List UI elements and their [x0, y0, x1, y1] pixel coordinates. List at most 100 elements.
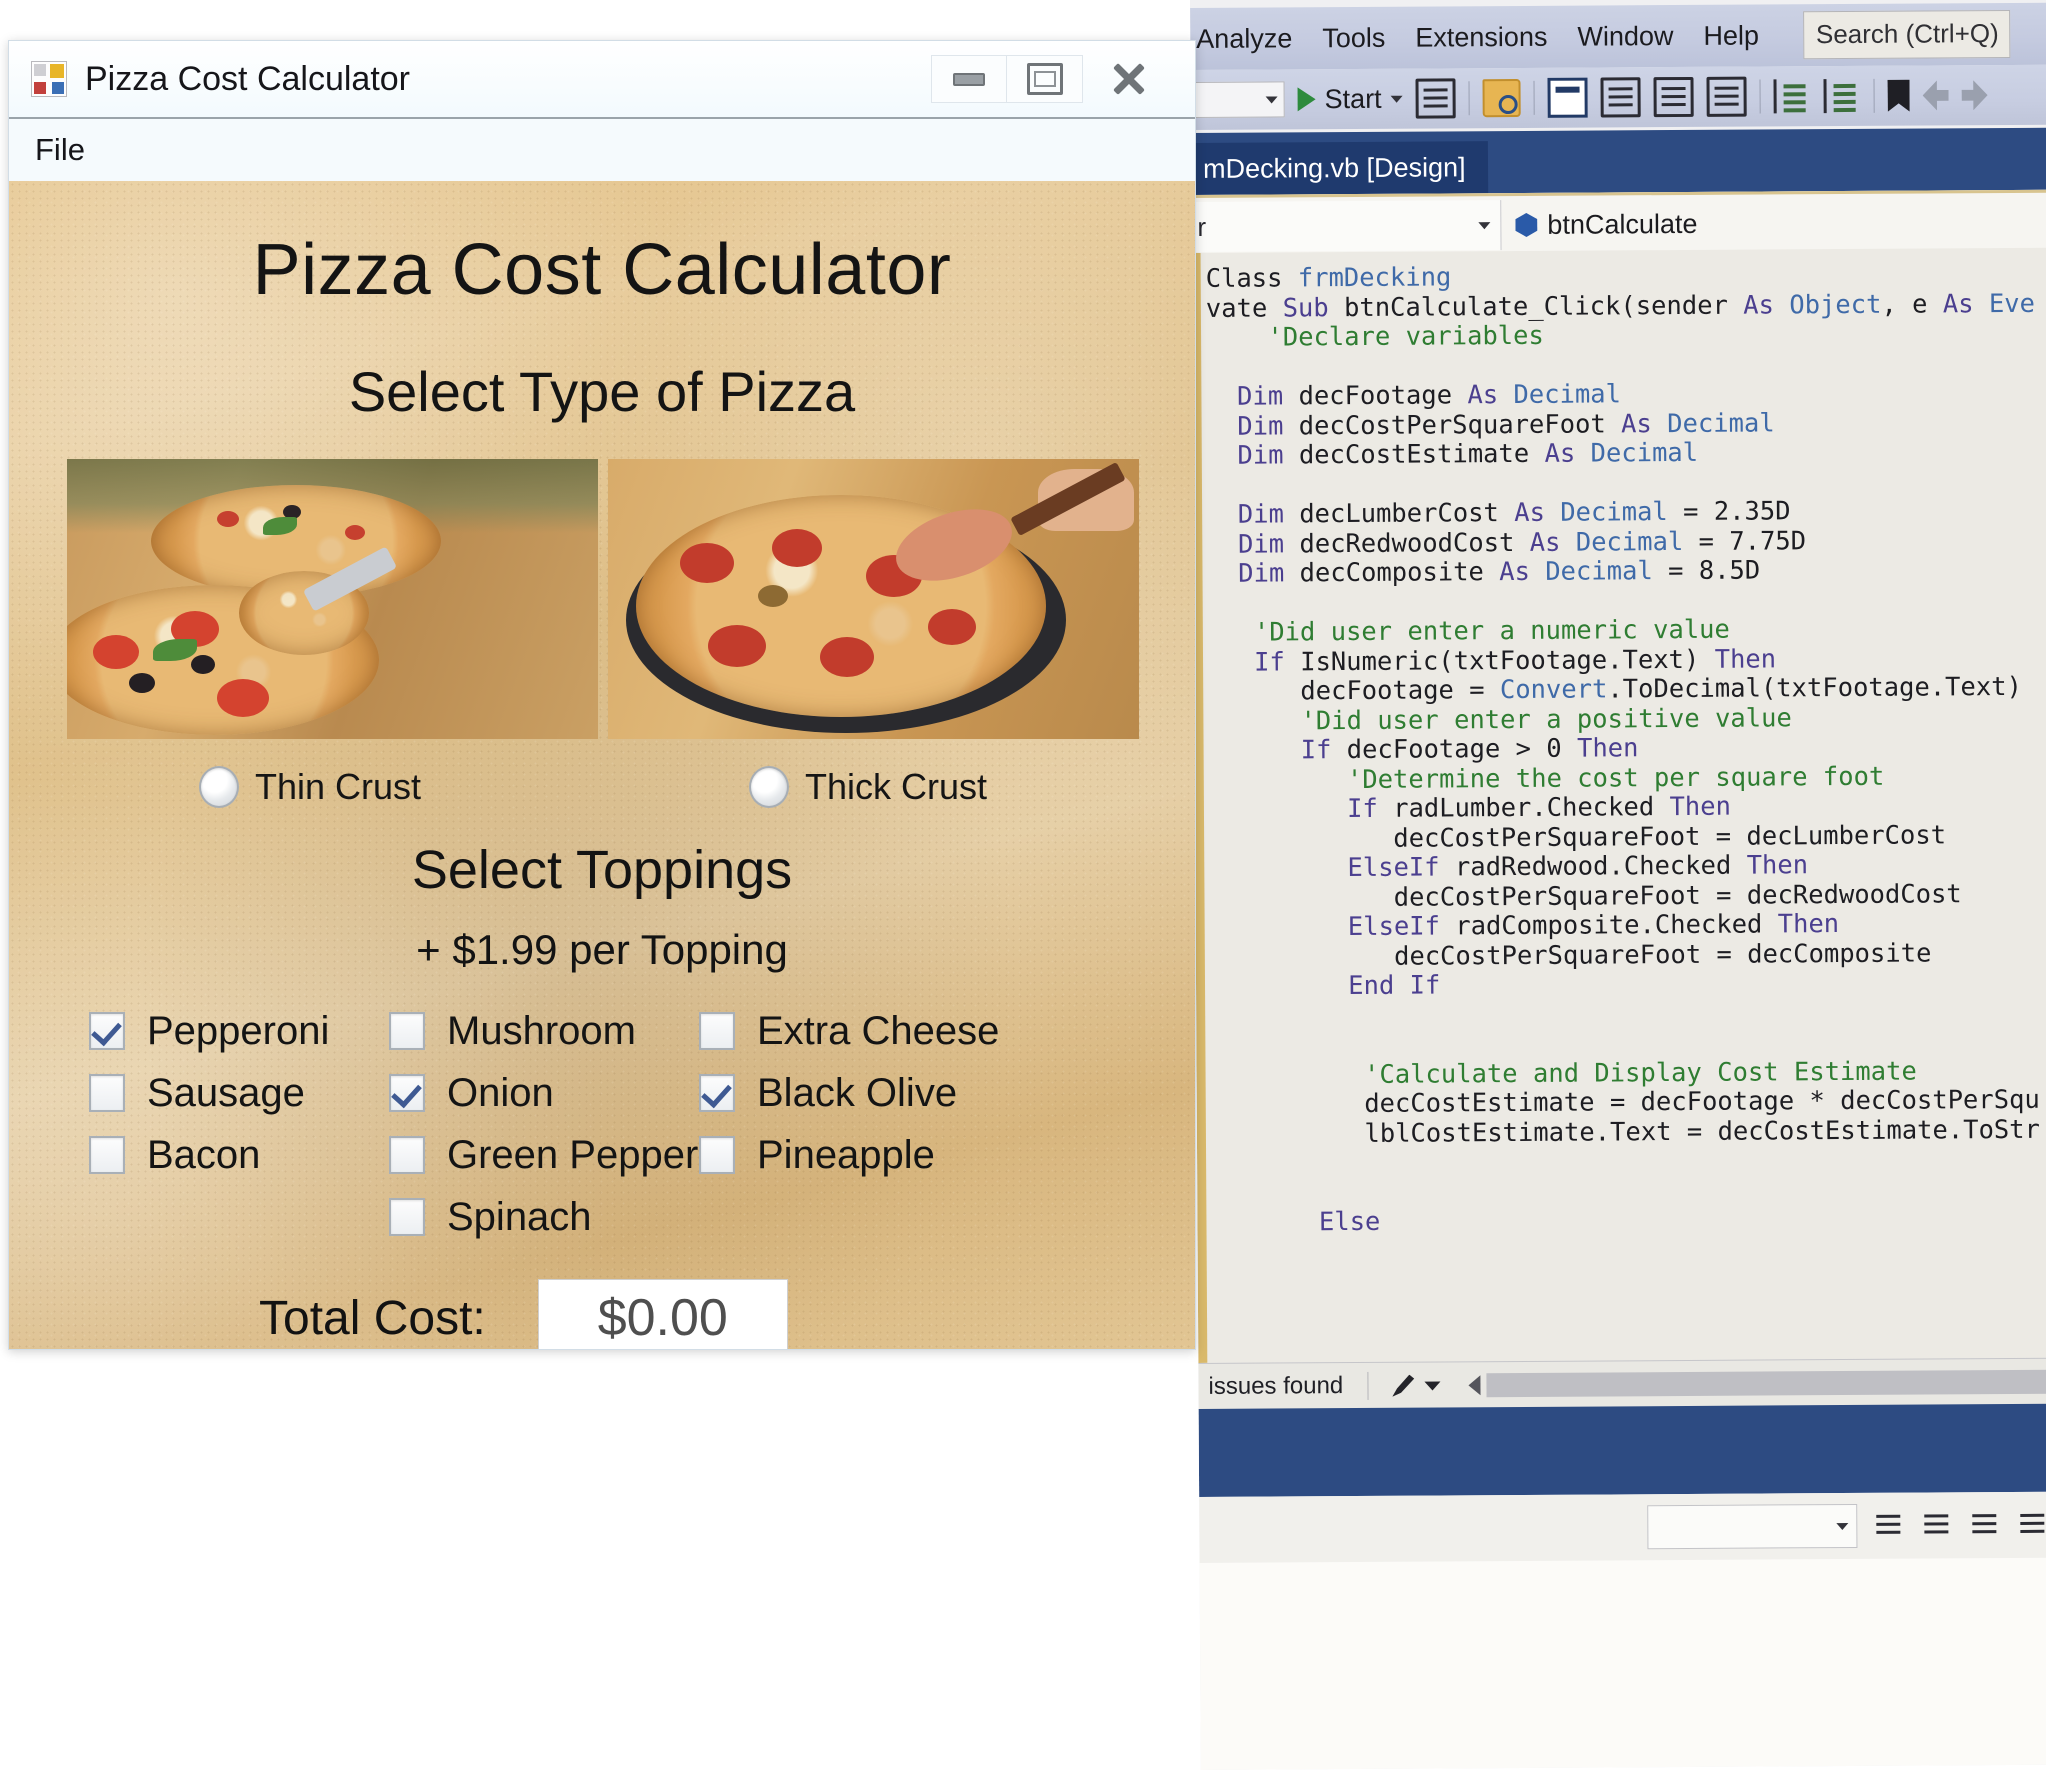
toppings-column-2: Mushroom Onion Green Pepper Spinach	[389, 1001, 698, 1249]
topping-label: Pineapple	[757, 1132, 935, 1177]
close-icon	[1112, 62, 1146, 96]
code-line: vate Sub btnCalculate_Click(sender As Ob…	[1205, 288, 2036, 324]
hot-reload-icon[interactable]	[1415, 78, 1456, 119]
topping-spinach[interactable]: Spinach	[389, 1187, 698, 1247]
thin-crust-pizza-image[interactable]	[67, 459, 598, 739]
topping-label: Green Pepper	[447, 1132, 699, 1177]
window-title-bar: Pizza Cost Calculator	[9, 41, 1195, 117]
topping-bacon[interactable]: Bacon	[89, 1125, 329, 1185]
member-dropdown[interactable]: btnCalculate	[1501, 197, 2046, 250]
checkbox-icon	[389, 1136, 425, 1174]
scroll-left-arrow[interactable]	[1468, 1375, 1481, 1396]
issues-found-label: issues found	[1208, 1372, 1344, 1400]
minimize-icon	[953, 72, 985, 86]
topping-extra-cheese[interactable]: Extra Cheese	[699, 1001, 999, 1061]
topping-label: Pepperoni	[147, 1008, 330, 1053]
configuration-dropdown[interactable]	[1194, 81, 1285, 118]
code-line: decCostPerSquareFoot = decLumberCost	[1209, 819, 1947, 855]
outdent-icon[interactable]	[1969, 1509, 2001, 1541]
toolbar-divider	[1873, 78, 1875, 113]
radio-button-icon	[199, 766, 239, 808]
uncomment-icon[interactable]	[1706, 76, 1747, 117]
form-surface: Pizza Cost Calculator Select Type of Piz…	[9, 181, 1195, 1349]
chevron-down-icon	[1836, 1522, 1849, 1530]
horizontal-scrollbar[interactable]	[1486, 1369, 2046, 1398]
menu-item-help[interactable]: Help	[1703, 20, 1759, 51]
step-icon[interactable]	[1600, 77, 1641, 118]
format-icon[interactable]	[1873, 1510, 1905, 1542]
toppings-heading: Select Toppings	[411, 840, 793, 900]
menu-item-file[interactable]: File	[9, 132, 111, 168]
vs-bottom-toolbar	[1199, 1491, 2046, 1563]
radio-button-icon	[749, 766, 789, 808]
list-icon[interactable]	[2017, 1509, 2046, 1541]
maximize-button[interactable]	[1007, 55, 1083, 103]
code-line: decFootage = Convert.ToDecimal(txtFootag…	[1208, 671, 2022, 707]
next-bookmark-icon[interactable]	[1962, 80, 1988, 110]
code-line: decCostPerSquareFoot = decRedwoodCost	[1209, 878, 1962, 914]
vs-search-box[interactable]: Search (Ctrl+Q)	[1802, 9, 2010, 60]
home-window-icon[interactable]	[1547, 77, 1588, 118]
menu-item-tools[interactable]: Tools	[1322, 22, 1385, 53]
topping-pepperoni[interactable]: Pepperoni	[89, 1001, 329, 1061]
class-dropdown[interactable]: r	[1191, 200, 1502, 252]
topping-mushroom[interactable]: Mushroom	[389, 1001, 698, 1061]
close-button[interactable]	[1083, 55, 1175, 103]
vs-tab-strip: mDecking.vb [Design]	[1190, 127, 2046, 195]
menu-item-analyze[interactable]: Analyze	[1196, 23, 1292, 55]
bookmark-icon[interactable]	[1888, 80, 1910, 112]
topping-green-pepper[interactable]: Green Pepper	[389, 1125, 698, 1185]
visual-studio-window: Analyze Tools Extensions Window Help Sea…	[1190, 0, 2046, 1770]
menu-item-window[interactable]: Window	[1577, 21, 1673, 53]
thick-crust-pizza-image[interactable]	[608, 459, 1139, 739]
comment-out-icon[interactable]	[1653, 76, 1694, 118]
toppings-column-3: Extra Cheese Black Olive Pineapple	[699, 1001, 999, 1187]
topping-pineapple[interactable]: Pineapple	[699, 1125, 999, 1185]
bottom-dropdown[interactable]	[1647, 1503, 1858, 1550]
start-debug-button[interactable]: Start	[1297, 83, 1403, 115]
play-icon	[1297, 87, 1316, 112]
indent-icon[interactable]	[1773, 79, 1811, 114]
menu-item-extensions[interactable]: Extensions	[1415, 21, 1547, 53]
topping-label: Extra Cheese	[757, 1008, 1000, 1053]
chevron-down-icon[interactable]	[1424, 1380, 1441, 1391]
pizza-cost-calculator-window: Pizza Cost Calculator File Pizza Cost Ca…	[8, 40, 1196, 1350]
code-line: Else	[1211, 1206, 1381, 1238]
outdent-icon[interactable]	[1823, 78, 1861, 114]
topping-sausage[interactable]: Sausage	[89, 1063, 329, 1123]
start-label: Start	[1324, 83, 1382, 114]
topping-onion[interactable]: Onion	[389, 1063, 698, 1123]
topping-black-olive[interactable]: Black Olive	[699, 1063, 999, 1123]
vb-form-icon	[31, 61, 67, 97]
minimize-button[interactable]	[931, 55, 1007, 103]
folder-search-icon[interactable]	[1482, 78, 1521, 118]
topping-label: Onion	[447, 1070, 554, 1115]
previous-bookmark-icon[interactable]	[1923, 80, 1949, 110]
pen-icon[interactable]	[1392, 1375, 1414, 1397]
tab-frmdecking-design[interactable]: mDecking.vb [Design]	[1190, 141, 1488, 195]
toolbar-divider	[1759, 79, 1761, 114]
toolbar-divider	[1468, 81, 1470, 116]
code-editor[interactable]: Class frmDecking vate Sub btnCalculate_Cl…	[1191, 247, 2046, 1363]
maximize-icon	[1026, 63, 1063, 95]
status-divider	[1367, 1371, 1369, 1400]
pizza-type-heading: Select Type of Pizza	[348, 360, 856, 423]
method-icon	[1515, 213, 1537, 237]
topping-label: Mushroom	[447, 1008, 636, 1053]
radio-thin-crust[interactable]: Thin Crust	[199, 766, 421, 808]
crust-radio-group: Thin Crust Thick Crust	[9, 766, 1195, 820]
class-dropdown-value: r	[1197, 211, 1207, 242]
code-text: Class frmDecking vate Sub btnCalculate_Cl…	[1192, 260, 2046, 1239]
radio-thick-crust[interactable]: Thick Crust	[749, 766, 987, 808]
checkbox-icon	[699, 1012, 735, 1050]
topping-label: Spinach	[447, 1194, 592, 1239]
form-menu-strip: File	[9, 117, 1195, 181]
code-line: decCostPerSquareFoot = decComposite	[1209, 937, 1932, 973]
indent-icon[interactable]	[1921, 1509, 1953, 1541]
checkbox-checked-icon	[89, 1012, 125, 1050]
code-line: lblCostEstimate.Text = decCostEstimate.T…	[1210, 1114, 2041, 1150]
total-cost-value: $0.00	[537, 1279, 788, 1349]
toolbar-divider	[1533, 80, 1535, 115]
window-controls	[931, 55, 1175, 103]
topping-label: Bacon	[147, 1132, 261, 1177]
